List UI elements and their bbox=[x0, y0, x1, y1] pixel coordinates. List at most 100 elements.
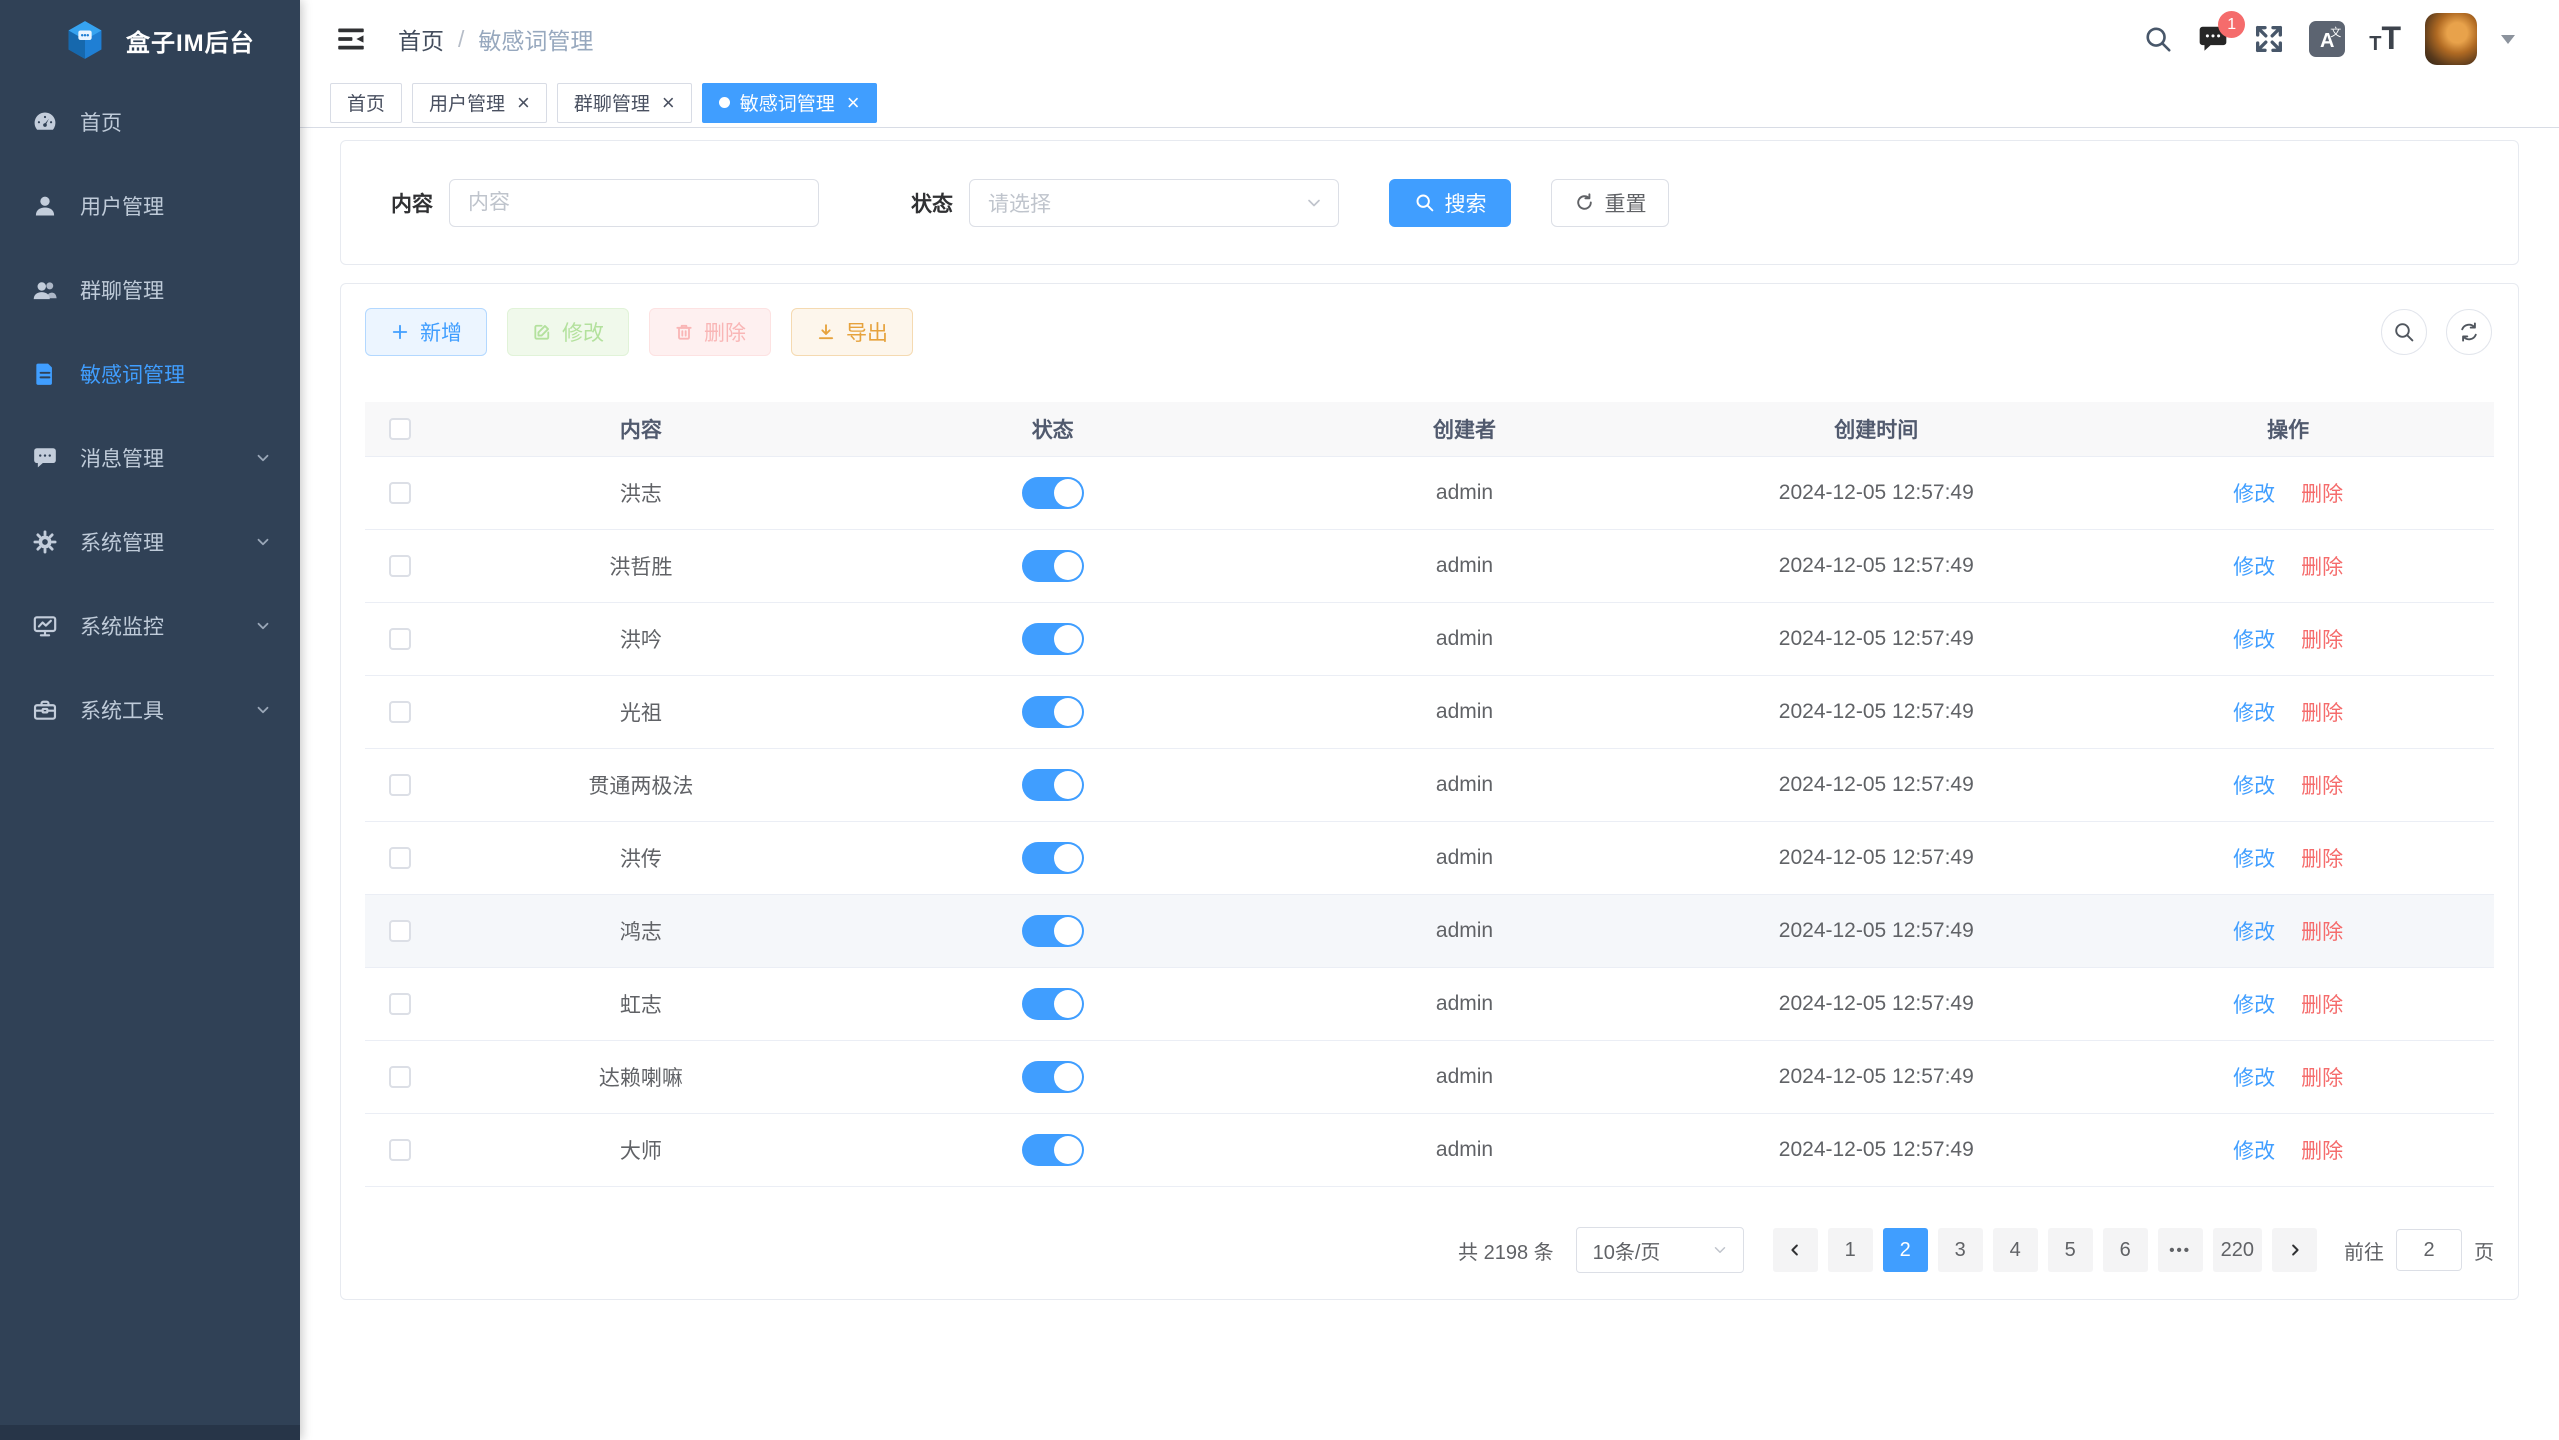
edit-link[interactable]: 修改 bbox=[2233, 916, 2275, 946]
edit-link[interactable]: 修改 bbox=[2233, 1135, 2275, 1165]
more-pages-button[interactable]: ••• bbox=[2158, 1228, 2203, 1272]
page-button[interactable]: 3 bbox=[1938, 1228, 1983, 1272]
status-toggle[interactable] bbox=[1022, 623, 1084, 655]
user-avatar[interactable] bbox=[2425, 13, 2477, 65]
edit-link[interactable]: 修改 bbox=[2233, 770, 2275, 800]
delete-link[interactable]: 删除 bbox=[2301, 843, 2343, 873]
tab-group-management[interactable]: 群聊管理 × bbox=[557, 83, 692, 123]
sidebar-item-users[interactable]: 用户管理 bbox=[0, 164, 300, 248]
content-input[interactable] bbox=[449, 179, 819, 227]
page-button[interactable]: 2 bbox=[1883, 1228, 1928, 1272]
app-title: 盒子IM后台 bbox=[126, 23, 255, 58]
avatar-dropdown-caret-icon[interactable] bbox=[2501, 35, 2515, 44]
search-icon[interactable] bbox=[2143, 24, 2173, 54]
status-toggle[interactable] bbox=[1022, 696, 1084, 728]
refresh-button[interactable] bbox=[2446, 309, 2492, 355]
sidebar-item-system-management[interactable]: 系统管理 bbox=[0, 500, 300, 584]
row-checkbox[interactable] bbox=[389, 555, 411, 577]
sidebar: 盒子IM后台 首页 bbox=[0, 0, 300, 1440]
table-row: 贯通两极法admin2024-12-05 12:57:49修改删除 bbox=[365, 749, 2494, 822]
export-button[interactable]: 导出 bbox=[791, 308, 913, 356]
breadcrumb-home[interactable]: 首页 bbox=[398, 22, 444, 56]
delete-link[interactable]: 删除 bbox=[2301, 624, 2343, 654]
tab-user-management[interactable]: 用户管理 × bbox=[412, 83, 547, 123]
row-checkbox[interactable] bbox=[389, 1139, 411, 1161]
row-checkbox[interactable] bbox=[389, 482, 411, 504]
tab-home[interactable]: 首页 bbox=[330, 83, 402, 123]
row-checkbox[interactable] bbox=[389, 1066, 411, 1088]
tab-close-icon[interactable]: × bbox=[662, 92, 675, 114]
sidebar-item-messages[interactable]: 消息管理 bbox=[0, 416, 300, 500]
status-toggle[interactable] bbox=[1022, 1134, 1084, 1166]
sidebar-item-sensitive-words[interactable]: 敏感词管理 bbox=[0, 332, 300, 416]
sidebar-collapse-button[interactable] bbox=[330, 18, 372, 60]
toggle-search-button[interactable] bbox=[2381, 309, 2427, 355]
sidebar-item-system-tools[interactable]: 系统工具 bbox=[0, 668, 300, 752]
font-size-icon[interactable]: T T bbox=[2369, 24, 2401, 53]
edit-link[interactable]: 修改 bbox=[2233, 624, 2275, 654]
sidebar-item-groups[interactable]: 群聊管理 bbox=[0, 248, 300, 332]
row-checkbox[interactable] bbox=[389, 993, 411, 1015]
table-body: 洪志admin2024-12-05 12:57:49修改删除洪哲胜admin20… bbox=[365, 457, 2494, 1187]
language-switch-icon[interactable]: A 文 bbox=[2309, 21, 2345, 57]
creator-cell: admin bbox=[1259, 992, 1671, 1016]
status-toggle[interactable] bbox=[1022, 1061, 1084, 1093]
delete-link[interactable]: 删除 bbox=[2301, 916, 2343, 946]
delete-link[interactable]: 删除 bbox=[2301, 551, 2343, 581]
row-checkbox[interactable] bbox=[389, 701, 411, 723]
delete-link[interactable]: 删除 bbox=[2301, 478, 2343, 508]
fullscreen-icon[interactable] bbox=[2253, 23, 2285, 55]
page-button[interactable]: 6 bbox=[2103, 1228, 2148, 1272]
sidebar-item-home[interactable]: 首页 bbox=[0, 80, 300, 164]
messages-icon[interactable]: 1 bbox=[2197, 23, 2229, 55]
delete-link[interactable]: 删除 bbox=[2301, 1135, 2343, 1165]
edit-link[interactable]: 修改 bbox=[2233, 551, 2275, 581]
prev-page-button[interactable] bbox=[1773, 1228, 1818, 1272]
edit-button[interactable]: 修改 bbox=[507, 308, 629, 356]
table-row: 鸿志admin2024-12-05 12:57:49修改删除 bbox=[365, 895, 2494, 968]
status-toggle[interactable] bbox=[1022, 842, 1084, 874]
page-size-select[interactable]: 10条/页 bbox=[1576, 1227, 1744, 1273]
edit-link[interactable]: 修改 bbox=[2233, 843, 2275, 873]
next-page-button[interactable] bbox=[2272, 1228, 2317, 1272]
row-checkbox[interactable] bbox=[389, 774, 411, 796]
row-checkbox[interactable] bbox=[389, 920, 411, 942]
tab-close-icon[interactable]: × bbox=[847, 92, 860, 114]
table-card: 新增 修改 bbox=[340, 283, 2519, 1300]
edit-link[interactable]: 修改 bbox=[2233, 1062, 2275, 1092]
tab-close-icon[interactable]: × bbox=[517, 92, 530, 114]
status-toggle[interactable] bbox=[1022, 477, 1084, 509]
delete-button[interactable]: 删除 bbox=[649, 308, 771, 356]
goto-page: 前往 页 bbox=[2344, 1229, 2494, 1271]
status-toggle[interactable] bbox=[1022, 550, 1084, 582]
content-cell: 洪吟 bbox=[435, 624, 847, 654]
add-button[interactable]: 新增 bbox=[365, 308, 487, 356]
page-button[interactable]: 5 bbox=[2048, 1228, 2093, 1272]
select-all-checkbox[interactable] bbox=[389, 418, 411, 440]
page-button[interactable]: 4 bbox=[1993, 1228, 2038, 1272]
page-button[interactable]: 220 bbox=[2213, 1228, 2262, 1272]
row-checkbox[interactable] bbox=[389, 628, 411, 650]
edit-link[interactable]: 修改 bbox=[2233, 478, 2275, 508]
status-toggle[interactable] bbox=[1022, 915, 1084, 947]
status-select[interactable]: 请选择 bbox=[969, 179, 1339, 227]
status-toggle[interactable] bbox=[1022, 988, 1084, 1020]
gear-icon bbox=[32, 529, 58, 555]
search-button[interactable]: 搜索 bbox=[1389, 179, 1511, 227]
edit-link[interactable]: 修改 bbox=[2233, 989, 2275, 1019]
page-button[interactable]: 1 bbox=[1828, 1228, 1873, 1272]
status-toggle[interactable] bbox=[1022, 769, 1084, 801]
delete-link[interactable]: 删除 bbox=[2301, 770, 2343, 800]
table-row: 洪传admin2024-12-05 12:57:49修改删除 bbox=[365, 822, 2494, 895]
row-checkbox[interactable] bbox=[389, 847, 411, 869]
sidebar-item-system-monitor[interactable]: 系统监控 bbox=[0, 584, 300, 668]
app-logo[interactable]: 盒子IM后台 bbox=[0, 0, 300, 80]
tab-sensitive-words[interactable]: 敏感词管理 × bbox=[702, 83, 877, 123]
delete-link[interactable]: 删除 bbox=[2301, 989, 2343, 1019]
delete-link[interactable]: 删除 bbox=[2301, 697, 2343, 727]
content-cell: 光祖 bbox=[435, 697, 847, 727]
edit-link[interactable]: 修改 bbox=[2233, 697, 2275, 727]
goto-page-input[interactable] bbox=[2396, 1229, 2462, 1271]
delete-link[interactable]: 删除 bbox=[2301, 1062, 2343, 1092]
reset-button[interactable]: 重置 bbox=[1551, 179, 1669, 227]
